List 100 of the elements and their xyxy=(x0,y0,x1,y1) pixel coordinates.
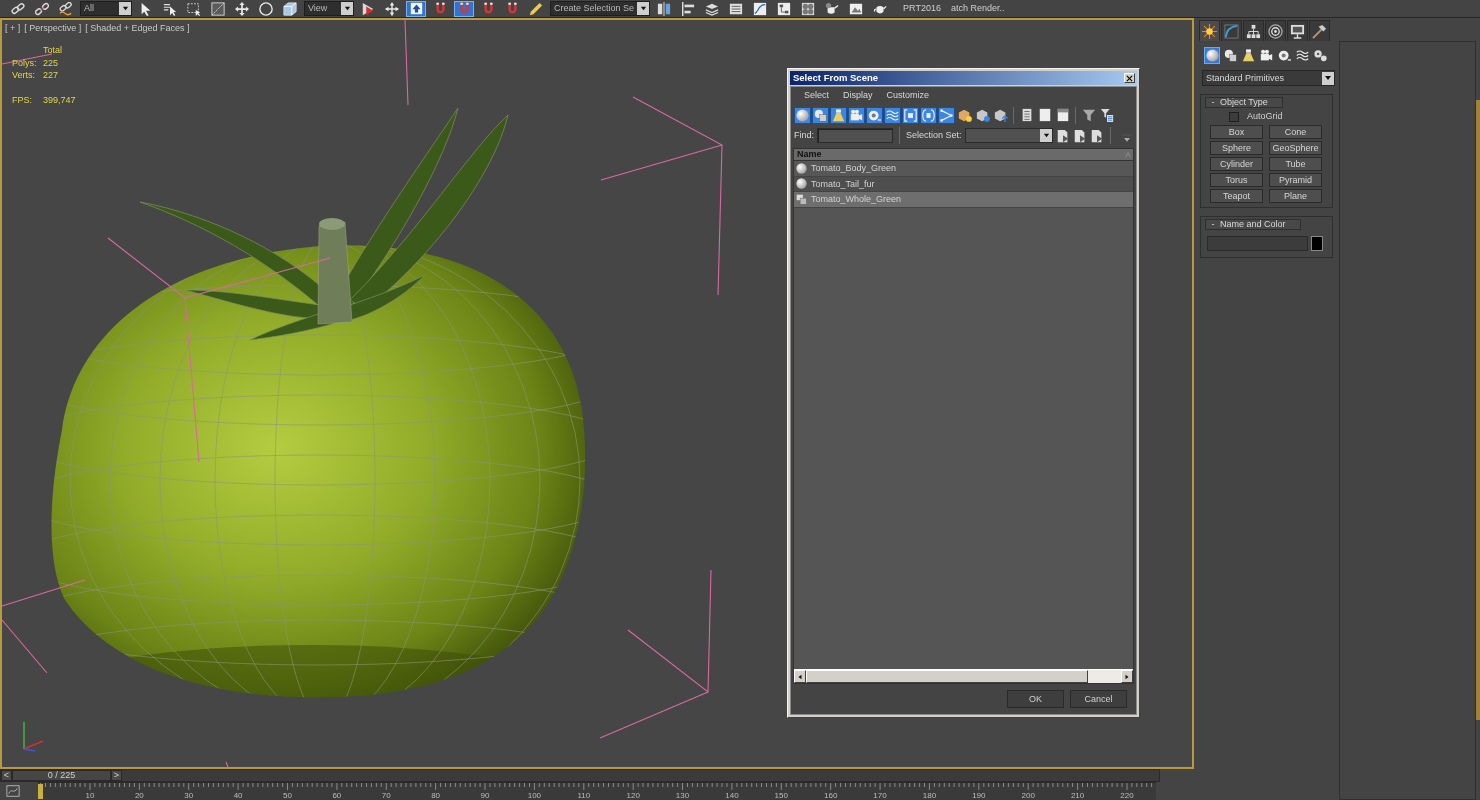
autogrid-checkbox[interactable] xyxy=(1229,111,1239,122)
viewport[interactable] xyxy=(0,18,1194,769)
filter-toggle-button[interactable] xyxy=(866,106,883,124)
schematic-icon[interactable] xyxy=(777,1,792,16)
horizontal-scrollbar[interactable] xyxy=(794,669,1133,683)
object-type-button[interactable]: Tube xyxy=(1269,157,1322,171)
time-slider-track[interactable]: < 0 / 225 > xyxy=(0,769,1160,782)
object-type-button[interactable]: Teapot xyxy=(1210,189,1263,203)
move-icon[interactable] xyxy=(235,1,249,16)
category-dropdown[interactable]: Standard Primitives xyxy=(1202,70,1335,86)
dashed-rectangle-icon[interactable] xyxy=(187,1,201,16)
list-icon[interactable] xyxy=(729,1,744,16)
viewport-menu-label[interactable]: [ + ] xyxy=(5,23,21,34)
mini-curve-icon[interactable] xyxy=(6,784,20,798)
spheres-icon[interactable] xyxy=(801,1,816,16)
filter-toggle-button[interactable] xyxy=(812,106,829,124)
pivot-icon[interactable] xyxy=(361,1,375,16)
autogrid-label[interactable]: AutoGrid xyxy=(1247,111,1283,122)
object-type-button[interactable]: Pyramid xyxy=(1269,173,1322,187)
funnel-list-icon[interactable] xyxy=(1099,108,1114,122)
rollout-header[interactable]: - Name and Color xyxy=(1205,219,1301,230)
funnel-icon[interactable] xyxy=(1081,108,1096,122)
filter-toggle-button[interactable] xyxy=(938,106,955,124)
command-panel-tab[interactable] xyxy=(1265,20,1286,41)
command-panel-tab[interactable] xyxy=(1199,20,1220,41)
viewport-menu-label[interactable]: [ Perspective ] xyxy=(24,23,82,34)
object-type-button[interactable]: Sphere xyxy=(1210,141,1263,155)
category-button[interactable] xyxy=(1312,47,1328,64)
close-button[interactable] xyxy=(1124,73,1135,83)
toolbar-dropdown[interactable]: All xyxy=(80,1,132,16)
object-name-field[interactable] xyxy=(1207,236,1308,251)
next-frame-button[interactable]: > xyxy=(111,770,122,781)
document-arrow-icon[interactable] xyxy=(1056,128,1070,143)
small-dropdown-icon[interactable] xyxy=(1121,131,1133,144)
toolbar-label[interactable]: PRT2016 xyxy=(900,3,944,14)
ok-button[interactable]: OK xyxy=(1007,690,1064,708)
command-panel-tab[interactable] xyxy=(1243,20,1264,41)
category-button[interactable] xyxy=(1204,47,1220,64)
filter-toggle-button[interactable] xyxy=(848,106,865,124)
object-type-button[interactable]: Plane xyxy=(1269,189,1322,203)
page-icon[interactable] xyxy=(1037,108,1052,122)
toolbar-dropdown[interactable]: View xyxy=(304,1,354,16)
rotate-icon[interactable] xyxy=(259,1,273,16)
menu-item[interactable]: Display xyxy=(836,90,880,101)
menu-item[interactable]: Customize xyxy=(879,90,937,101)
object-type-button[interactable]: GeoSphere xyxy=(1269,141,1322,155)
cube-arrow-icon[interactable] xyxy=(993,108,1008,122)
object-row[interactable]: Tomato_Whole_Green xyxy=(794,192,1133,208)
scroll-right-button[interactable] xyxy=(1121,670,1133,683)
filter-toggle-button[interactable] xyxy=(920,106,937,124)
color-swatch[interactable] xyxy=(1311,236,1323,251)
toolbar-label[interactable]: atch Render.. xyxy=(947,3,1008,14)
viewport-menu-label[interactable]: [ Shaded + Edged Faces ] xyxy=(85,23,190,34)
keyboard-toggle-button[interactable] xyxy=(406,0,426,17)
mirror-icon[interactable] xyxy=(657,1,672,16)
category-button[interactable] xyxy=(1222,47,1238,64)
cube-icon[interactable] xyxy=(283,1,297,16)
snap-toggle-button[interactable] xyxy=(454,0,474,17)
command-panel-tab[interactable] xyxy=(1221,20,1242,41)
command-panel-tab[interactable] xyxy=(1309,20,1330,41)
object-type-button[interactable]: Torus xyxy=(1210,173,1263,187)
column-header[interactable]: Name xyxy=(794,149,1133,161)
filter-toggle-button[interactable] xyxy=(794,106,811,124)
category-button[interactable] xyxy=(1240,47,1256,64)
command-panel-tab[interactable] xyxy=(1287,20,1308,41)
crosshair-icon[interactable] xyxy=(385,1,399,16)
picture-icon[interactable] xyxy=(849,1,864,16)
timeline-track[interactable]: 10 20 30 40 50 60 70 80 90 100 110 120 130 140 150 160 170 180 190 200 210 220 xyxy=(38,782,1156,800)
object-type-button[interactable]: Cone xyxy=(1269,125,1322,139)
filter-toggle-button[interactable] xyxy=(830,106,847,124)
teapot-ball-icon[interactable] xyxy=(825,1,840,16)
cancel-button[interactable]: Cancel xyxy=(1070,690,1127,708)
filter-toggle-button[interactable] xyxy=(884,106,901,124)
previous-frame-button[interactable]: < xyxy=(1,770,12,781)
scroll-left-button[interactable] xyxy=(794,670,806,683)
window-crossing-icon[interactable] xyxy=(211,1,225,16)
document-header-icon[interactable] xyxy=(1055,108,1070,122)
layers-icon[interactable] xyxy=(705,1,720,16)
time-slider-thumb[interactable]: 0 / 225 xyxy=(12,770,111,781)
cursor-icon[interactable] xyxy=(139,1,153,16)
category-button[interactable] xyxy=(1294,47,1310,64)
align-icon[interactable] xyxy=(681,1,696,16)
chain-wave-icon[interactable] xyxy=(59,1,73,16)
menu-item[interactable]: Select xyxy=(797,90,836,101)
scrollbar-thumb[interactable] xyxy=(806,670,1088,683)
object-type-button[interactable]: Box xyxy=(1210,125,1263,139)
document-arrow-icon[interactable] xyxy=(1073,128,1087,143)
current-frame-marker[interactable] xyxy=(38,784,44,799)
selection-set-dropdown[interactable] xyxy=(964,128,1053,143)
filter-toggle-button[interactable] xyxy=(902,106,919,124)
find-field[interactable] xyxy=(817,128,893,143)
rollout-header[interactable]: - Object Type xyxy=(1205,97,1283,108)
toolbar-dropdown[interactable]: Create Selection Se xyxy=(550,1,651,16)
document-arrow-icon[interactable] xyxy=(1090,128,1104,143)
cursor-list-icon[interactable] xyxy=(163,1,177,16)
chain-icon[interactable] xyxy=(11,1,25,16)
pencil-icon[interactable] xyxy=(529,1,543,16)
object-row[interactable]: Tomato_Body_Green xyxy=(794,161,1133,177)
broken-chain-icon[interactable] xyxy=(35,1,49,16)
object-type-button[interactable]: Cylinder xyxy=(1210,157,1263,171)
